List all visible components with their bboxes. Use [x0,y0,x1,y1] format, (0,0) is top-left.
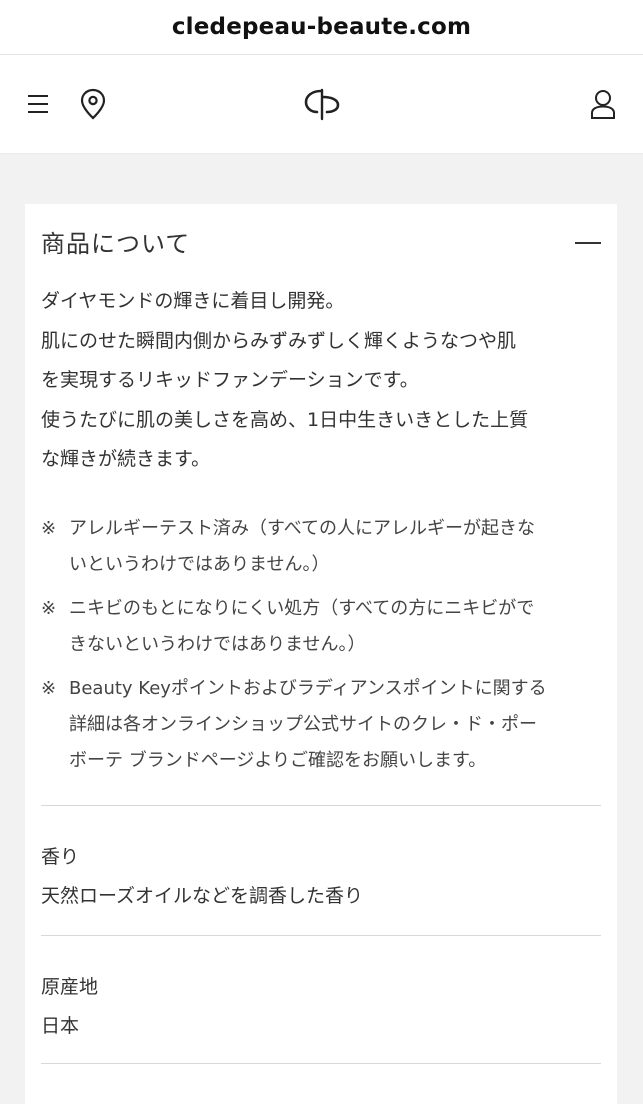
description-line: 肌にのせた瞬間内側からみずみずしく輝くようなつや肌 [41,329,517,352]
description-line: ダイヤモンドの輝きに着目し開発。 [41,290,345,312]
cle-de-peau-logo[interactable] [290,55,354,153]
fragrance-value: 天然ローズオイルなどを調香した香り [41,885,364,907]
origin-value: 日本 [41,1015,80,1037]
description-line: な輝きが続きます。 [41,448,211,470]
url-text[interactable]: cledepeau-beaute.com [172,14,471,40]
section-title: 商品について [41,230,191,258]
note-line: アレルギーテスト済み（すべての人にアレルギーが起きな [69,518,536,539]
fragrance-label: 香り [41,846,80,868]
site-header [0,55,643,153]
minus-icon[interactable] [575,242,601,244]
note-mark: ※ [41,598,57,619]
accordion-header[interactable]: 商品について [41,226,601,262]
note-line: ニキビのもとになりにくい処方（すべての方にニキビがで [69,598,535,619]
divider [41,935,601,936]
description-line: を実現するリキッドファンデーションです。 [41,369,419,391]
description-line: 使うたびに肌の美しさを高め、1日中生きいきとした上質 [41,408,529,431]
note-line: きないというわけではありません。） [69,634,366,655]
location-pin-icon[interactable] [76,55,110,153]
divider [41,805,601,806]
note-item: ※ アレルギーテスト済み（すべての人にアレルギーが起きな いというわけではありま… [41,511,601,583]
note-line: Beauty Keyポイントおよびラディアンスポイントに関する [69,678,547,699]
notes-list: ※ アレルギーテスト済み（すべての人にアレルギーが起きな いというわけではありま… [41,511,601,787]
product-description: ダイヤモンドの輝きに着目し開発。 肌にのせた瞬間内側からみずみずしく輝くようなつ… [41,282,611,480]
note-line: ボーテ ブランドページよりご確認をお願いします。 [69,750,487,771]
product-info-panel: 商品について ダイヤモンドの輝きに着目し開発。 肌にのせた瞬間内側からみずみずし… [25,204,617,1104]
note-item: ※ Beauty Keyポイントおよびラディアンスポイントに関する 詳細は各オン… [41,671,601,779]
divider [41,1063,601,1064]
hamburger-menu-icon[interactable] [22,55,54,153]
note-mark: ※ [41,518,57,539]
note-mark: ※ [41,678,57,699]
origin-label: 原産地 [41,976,99,998]
note-item: ※ ニキビのもとになりにくい処方（すべての方にニキビがで きないというわけではあ… [41,591,601,663]
user-account-icon[interactable] [584,55,622,153]
browser-url-bar[interactable]: cledepeau-beaute.com [0,0,643,55]
note-line: 詳細は各オンラインショップ公式サイトのクレ・ド・ポー [69,714,537,735]
note-line: いというわけではありません。） [69,554,330,575]
